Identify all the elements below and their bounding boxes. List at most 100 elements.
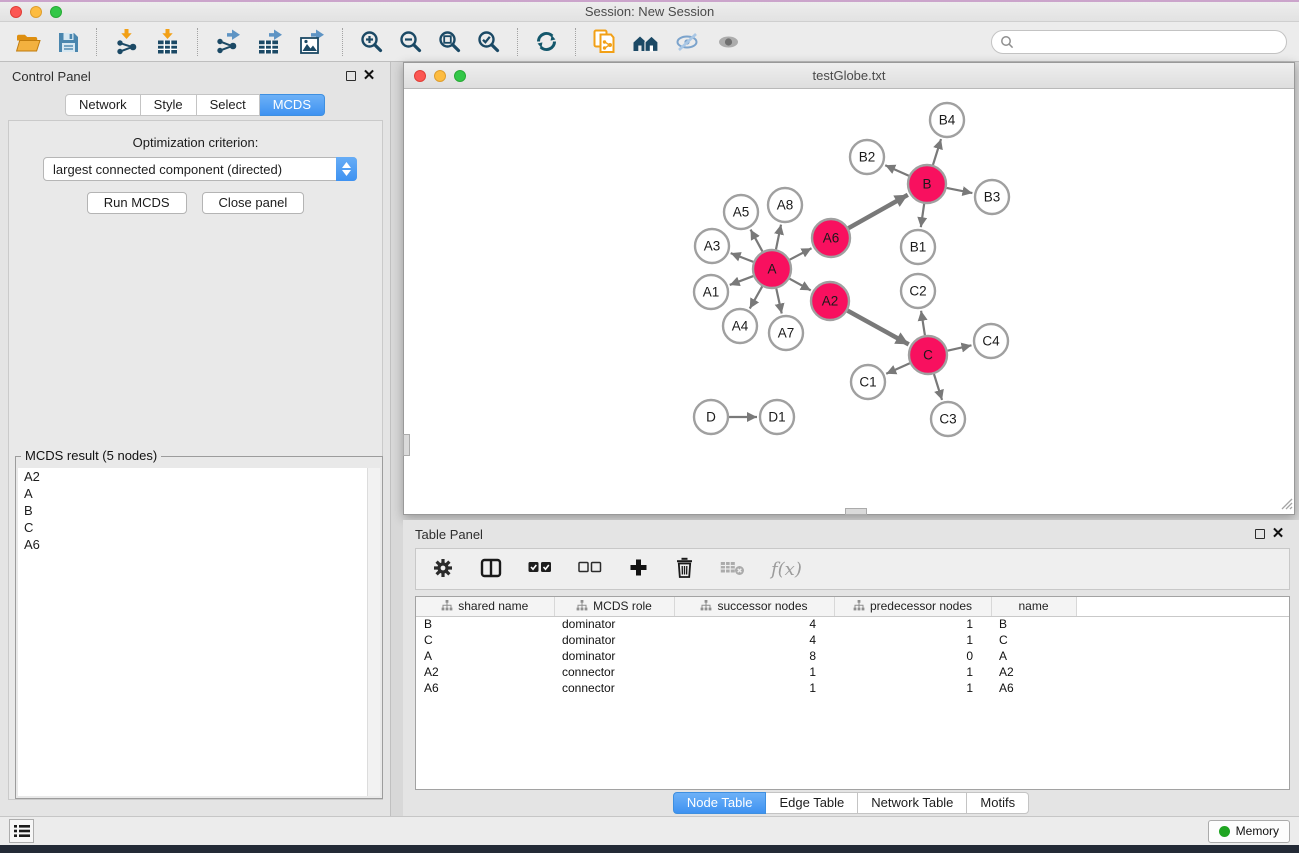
- hide-graphics-details-button[interactable]: [667, 26, 708, 58]
- network-from-clipboard-button[interactable]: [585, 26, 625, 58]
- refresh-view-button[interactable]: [527, 26, 566, 58]
- table-row[interactable]: A2connector11A2: [416, 664, 1289, 680]
- graph-node-A5[interactable]: A5: [724, 195, 758, 229]
- mcds-result-item[interactable]: A2: [18, 468, 380, 485]
- mcds-result-item[interactable]: B: [18, 502, 380, 519]
- graph-edge-A6-B[interactable]: [848, 195, 907, 228]
- graph-node-A7[interactable]: A7: [769, 316, 803, 350]
- mcds-result-item[interactable]: A6: [18, 536, 380, 553]
- cell[interactable]: A2: [416, 664, 554, 680]
- cell[interactable]: connector: [554, 664, 674, 680]
- graph-edge-C-C3[interactable]: [934, 374, 942, 400]
- save-session-button[interactable]: [49, 26, 87, 58]
- column-header-name[interactable]: name: [991, 597, 1076, 616]
- graph-edge-B-B4[interactable]: [933, 139, 941, 165]
- hide-all-columns-button[interactable]: [578, 561, 602, 577]
- split-handle-left[interactable]: [403, 434, 410, 456]
- cell[interactable]: connector: [554, 680, 674, 696]
- column-header-successor-nodes[interactable]: successor nodes: [674, 597, 834, 616]
- graph-edge-A-A6[interactable]: [790, 248, 812, 259]
- graph-edge-C-C1[interactable]: [886, 363, 910, 374]
- home-networks-button[interactable]: [625, 26, 667, 58]
- zoom-out-button[interactable]: [391, 26, 430, 58]
- tab-network-table[interactable]: Network Table: [858, 792, 967, 814]
- graph-node-A8[interactable]: A8: [768, 188, 802, 222]
- graph-node-C3[interactable]: C3: [931, 402, 965, 436]
- mcds-result-item[interactable]: A: [18, 485, 380, 502]
- split-handle-bottom[interactable]: [845, 508, 867, 515]
- graph-edge-A-A4[interactable]: [750, 286, 762, 308]
- table-row[interactable]: A6connector11A6: [416, 680, 1289, 696]
- graph-node-B1[interactable]: B1: [901, 230, 935, 264]
- zoom-selected-button[interactable]: [469, 26, 508, 58]
- float-panel-button[interactable]: [342, 67, 360, 85]
- graph-node-C2[interactable]: C2: [901, 274, 935, 308]
- result-list-scrollbar[interactable]: [367, 468, 380, 796]
- cell[interactable]: C: [991, 632, 1076, 648]
- tab-style[interactable]: Style: [141, 94, 197, 116]
- cell[interactable]: 1: [834, 616, 991, 632]
- cell[interactable]: A2: [991, 664, 1076, 680]
- open-session-button[interactable]: [8, 26, 49, 58]
- cell[interactable]: 1: [834, 632, 991, 648]
- cell[interactable]: 0: [834, 648, 991, 664]
- graph-node-A2[interactable]: A2: [811, 282, 849, 320]
- cell[interactable]: 1: [834, 680, 991, 696]
- mcds-result-item[interactable]: C: [18, 519, 380, 536]
- graph-node-D[interactable]: D: [694, 400, 728, 434]
- tab-select[interactable]: Select: [197, 94, 260, 116]
- tab-edge-table[interactable]: Edge Table: [766, 792, 858, 814]
- graph-edge-A-A3[interactable]: [731, 253, 754, 262]
- graph-edge-A-A7[interactable]: [776, 289, 781, 314]
- graph-node-A6[interactable]: A6: [812, 219, 850, 257]
- cell[interactable]: B: [991, 616, 1076, 632]
- cell[interactable]: 1: [674, 680, 834, 696]
- search-input[interactable]: [1019, 34, 1278, 49]
- close-mcds-panel-button[interactable]: Close panel: [202, 192, 305, 214]
- export-image-button[interactable]: [291, 26, 333, 58]
- export-table-button[interactable]: [249, 26, 291, 58]
- graph-node-B2[interactable]: B2: [850, 140, 884, 174]
- tab-motifs[interactable]: Motifs: [967, 792, 1029, 814]
- close-panel-button[interactable]: ✕: [360, 67, 378, 85]
- export-network-button[interactable]: [207, 26, 249, 58]
- split-columns-button[interactable]: [480, 558, 502, 581]
- window-resize-grip[interactable]: [1279, 496, 1293, 513]
- graph-edge-C-C2[interactable]: [921, 311, 925, 335]
- tab-node-table[interactable]: Node Table: [673, 792, 767, 814]
- graph-edge-B-B3[interactable]: [947, 188, 973, 193]
- graph-edge-A-A8[interactable]: [776, 225, 781, 250]
- table-row[interactable]: Adominator80A: [416, 648, 1289, 664]
- graph-edge-A-A5[interactable]: [751, 230, 763, 252]
- import-table-button[interactable]: [147, 26, 188, 58]
- column-header-mcds-role[interactable]: MCDS role: [554, 597, 674, 616]
- run-mcds-button[interactable]: Run MCDS: [87, 192, 187, 214]
- cell[interactable]: 4: [674, 632, 834, 648]
- graph-node-A4[interactable]: A4: [723, 309, 757, 343]
- cell[interactable]: 1: [674, 664, 834, 680]
- zoom-in-button[interactable]: [352, 26, 391, 58]
- create-column-button[interactable]: [628, 557, 649, 581]
- graph-node-C4[interactable]: C4: [974, 324, 1008, 358]
- cell[interactable]: A6: [416, 680, 554, 696]
- graph-node-B3[interactable]: B3: [975, 180, 1009, 214]
- search-field[interactable]: [991, 30, 1287, 54]
- graph-node-C[interactable]: C: [909, 336, 947, 374]
- zoom-fit-button[interactable]: [430, 26, 469, 58]
- graph-node-C1[interactable]: C1: [851, 365, 885, 399]
- float-table-panel-button[interactable]: [1251, 525, 1269, 543]
- cell[interactable]: dominator: [554, 616, 674, 632]
- cell[interactable]: B: [416, 616, 554, 632]
- graph-node-A1[interactable]: A1: [694, 275, 728, 309]
- cell[interactable]: C: [416, 632, 554, 648]
- cell[interactable]: dominator: [554, 648, 674, 664]
- column-header-shared-name[interactable]: shared name: [416, 597, 554, 616]
- graph-node-A3[interactable]: A3: [695, 229, 729, 263]
- cell[interactable]: 4: [674, 616, 834, 632]
- task-history-button[interactable]: [9, 819, 34, 843]
- column-header-predecessor-nodes[interactable]: predecessor nodes: [834, 597, 991, 616]
- tab-mcds[interactable]: MCDS: [260, 94, 325, 116]
- cell[interactable]: A: [416, 648, 554, 664]
- show-graphics-details-button[interactable]: [708, 26, 749, 58]
- network-canvas[interactable]: B4B2BB3B1A5A8A6A3AA1C2A4A7A2CC4C1C3DD1: [404, 89, 1294, 514]
